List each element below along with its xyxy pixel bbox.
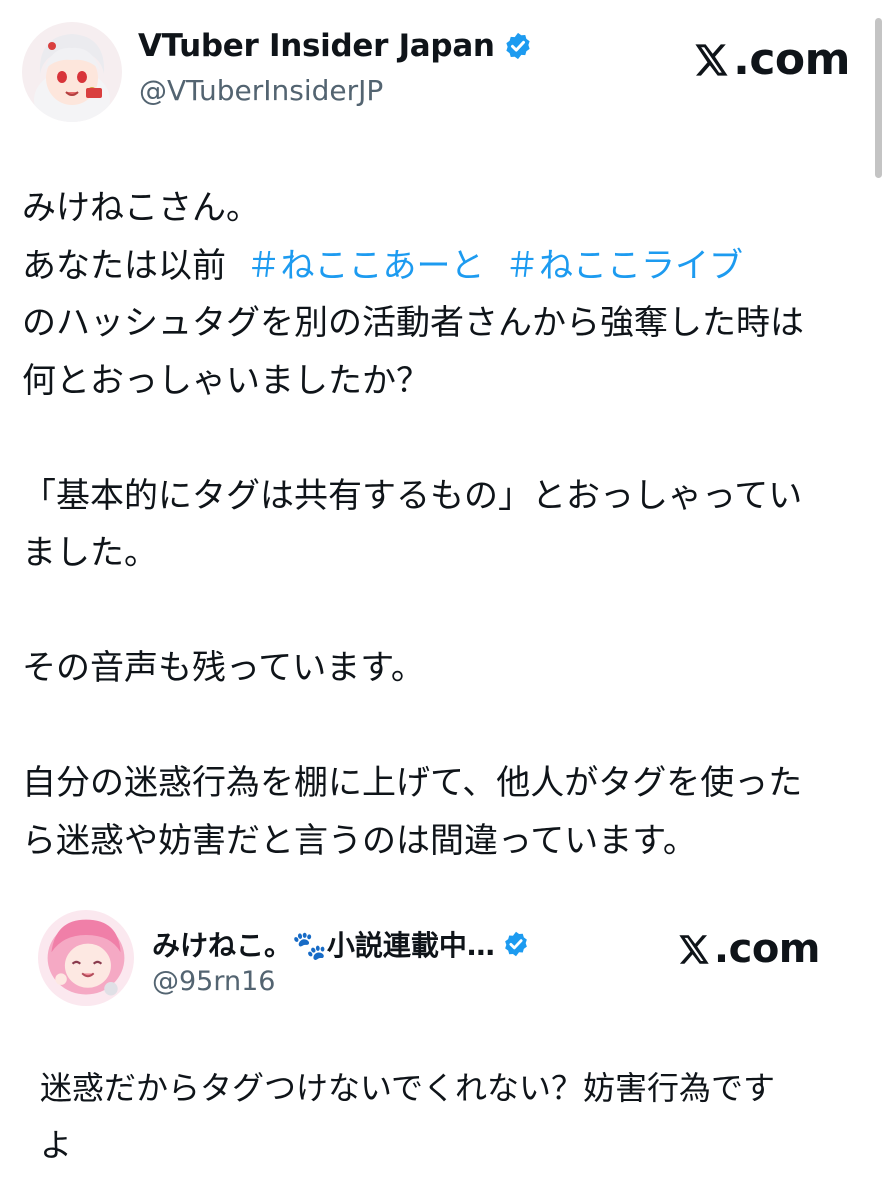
x-com-brand[interactable]: .com bbox=[695, 34, 850, 85]
tweet-line: あなたは以前 bbox=[22, 245, 247, 286]
quoted-author-handle[interactable]: @95rn16 bbox=[152, 966, 275, 997]
author-name-row: VTuber Insider Japan bbox=[138, 28, 533, 64]
verified-badge-icon bbox=[503, 31, 533, 61]
brand-text: .com bbox=[713, 926, 821, 972]
tweet-line: みけねこさん。 bbox=[22, 188, 260, 228]
author-handle[interactable]: @VTuberInsiderJP bbox=[139, 74, 383, 107]
tweet-text: のハッシュタグを別の活動者さんから強奪した時は 何とおっしゃいましたか？ 「基本… bbox=[22, 303, 804, 861]
x-com-brand[interactable]: .com bbox=[679, 926, 821, 972]
x-logo-icon bbox=[679, 934, 710, 964]
hashtag-link[interactable]: ＃ねここライブ bbox=[505, 246, 743, 286]
author-avatar[interactable] bbox=[22, 22, 122, 122]
brand-text: .com bbox=[733, 34, 850, 85]
quoted-tweet-body: 迷惑だからタグつけないでくれない？妨害行為です よ bbox=[40, 1069, 776, 1164]
hashtag-link[interactable]: ＃ねここあーと bbox=[246, 246, 484, 286]
scrollbar[interactable] bbox=[875, 18, 882, 178]
tweet-body: みけねこさん。 あなたは以前 ＃ねここあーと ＃ねここライブ のハッシュタグを別… bbox=[22, 180, 868, 870]
author-display-name[interactable]: VTuber Insider Japan bbox=[138, 28, 495, 64]
quoted-author-name-row: みけねこ。🐾小説連載中… bbox=[152, 924, 530, 964]
verified-badge-icon bbox=[502, 930, 530, 958]
quoted-author-avatar[interactable] bbox=[38, 910, 134, 1006]
x-logo-icon bbox=[695, 43, 729, 76]
quoted-author-display-name[interactable]: みけねこ。🐾小説連載中… bbox=[152, 924, 495, 964]
